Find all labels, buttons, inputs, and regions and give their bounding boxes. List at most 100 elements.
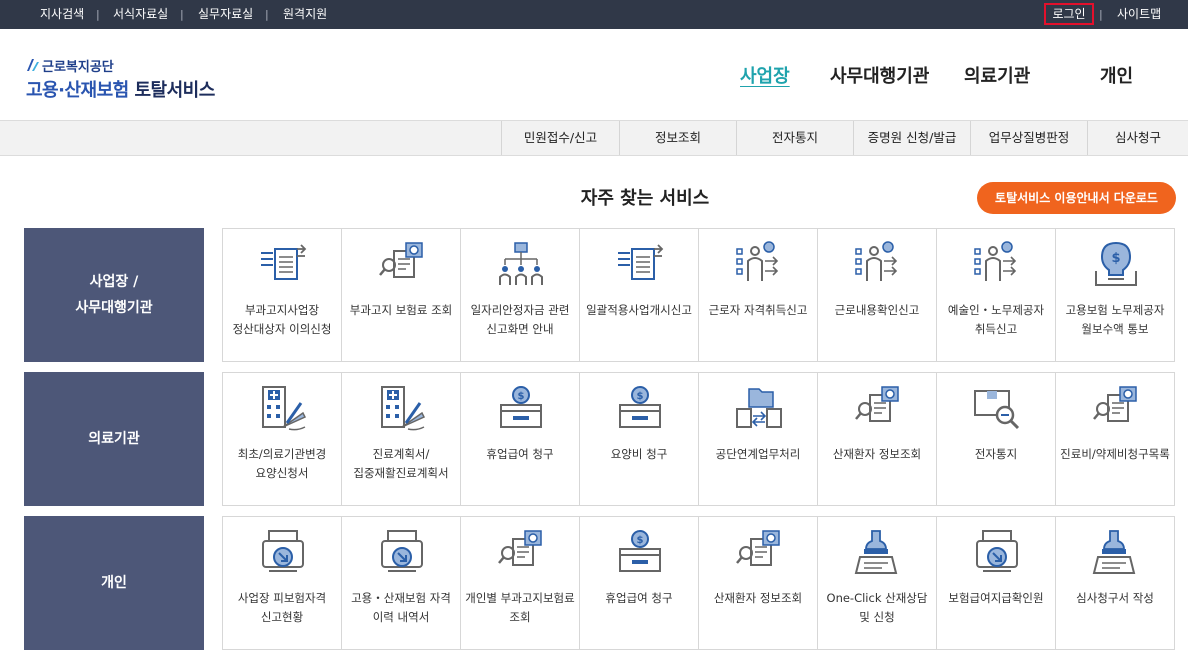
document-arrows-icon	[618, 244, 664, 280]
sub-navigation: 민원접수/신고 정보조회 전자통지 증명원 신청/발급 업무상질병판정 심사청구	[0, 120, 1188, 156]
service-tile-label: 사업장 피보험자격 신고현황	[237, 591, 327, 624]
branch-search-link[interactable]: 지사검색	[40, 0, 84, 29]
service-tile[interactable]: 진료계획서/집중재활진료계획서	[341, 372, 461, 506]
coin-box-icon: $	[619, 386, 661, 428]
person-checklist-icon	[736, 241, 779, 281]
service-tile[interactable]: 산재환자 정보조회	[817, 372, 937, 506]
coin-box-icon: $	[500, 386, 542, 428]
sitemap-link[interactable]: 사이트맵	[1117, 0, 1161, 29]
separator: |	[180, 8, 184, 21]
document-search-icon	[498, 530, 542, 566]
gnb-tab-workplace[interactable]: 사업장	[740, 62, 790, 88]
service-tile[interactable]: 심사청구서 작성	[1055, 516, 1175, 650]
gnb-tab-medical[interactable]: 의료기관	[964, 62, 1030, 88]
separator: |	[96, 8, 100, 21]
document-search-icon	[736, 530, 780, 566]
service-tile[interactable]: 예술인・노무제공자 취득신고	[936, 228, 1056, 362]
service-tile-label: 근로자 자격취득신고	[708, 303, 808, 317]
service-tile[interactable]: 부과고지 보험료 조회	[341, 228, 461, 362]
subnav-item-e-notice[interactable]: 전자통지	[736, 121, 853, 155]
logo-mark-icon	[27, 59, 39, 71]
service-tile[interactable]: 일괄적용사업개시신고	[579, 228, 699, 362]
service-tile-label: 산재환자 정보조회	[832, 447, 922, 461]
remote-support-link[interactable]: 원격지원	[283, 0, 327, 29]
folder-exchange-icon	[736, 388, 782, 428]
svg-text:$: $	[1111, 251, 1120, 266]
svg-text:$: $	[637, 535, 644, 546]
service-tile[interactable]: 최초/의료기관변경 요양신청서	[222, 372, 342, 506]
service-tile-label: 보험급여지급확인원	[948, 591, 1044, 605]
service-tile[interactable]: $ 휴업급여 청구	[579, 516, 699, 650]
service-tile-label: 일자리안정자금 관련 신고화면 안내	[470, 303, 570, 336]
document-search-icon	[379, 242, 423, 278]
service-tile-label: 근로내용확인신고	[834, 303, 920, 317]
service-tile-label: One-Click 산재상담 및 신청	[826, 591, 928, 624]
stamp-document-icon	[1092, 530, 1136, 574]
document-search-icon	[855, 386, 899, 422]
service-tile[interactable]: $ 고용보험 노무제공자 월보수액 통보	[1055, 228, 1175, 362]
org-chart-people-icon	[499, 242, 543, 285]
service-tile[interactable]: 사업장 피보험자격 신고현황	[222, 516, 342, 650]
document-search-icon	[1093, 386, 1137, 422]
document-arrows-icon	[261, 244, 307, 280]
service-tile-label: 전자통지	[974, 447, 1018, 461]
gnb-tab-agency[interactable]: 사무대행기관	[830, 62, 929, 88]
service-tile-label: 요양비 청구	[610, 447, 668, 461]
category-label: 사업장 / 사무대행기관	[24, 228, 204, 362]
service-tile-label: 산재환자 정보조회	[713, 591, 803, 605]
service-tile[interactable]: 근로내용확인신고	[817, 228, 937, 362]
service-tile-label: 최초/의료기관변경 요양신청서	[237, 447, 327, 480]
separator: |	[265, 8, 269, 21]
logo-org-name: 근로복지공단	[42, 60, 114, 75]
subnav-item-appeal[interactable]: 심사청구	[1087, 121, 1188, 155]
service-tile-label: 공단연계업무처리	[715, 447, 801, 461]
subnav-item-inquiry[interactable]: 정보조회	[619, 121, 736, 155]
service-tile-label: 심사청구서 작성	[1076, 591, 1154, 605]
service-tile[interactable]: 일자리안정자금 관련 신고화면 안내	[460, 228, 580, 362]
service-tile[interactable]: $ 요양비 청구	[579, 372, 699, 506]
forms-library-link[interactable]: 서식자료실	[113, 0, 168, 29]
service-tile[interactable]: 진료비/약제비청구목록	[1055, 372, 1175, 506]
service-tile-label: 휴업급여 청구	[605, 591, 673, 605]
subnav-item-disease-judgment[interactable]: 업무상질병판정	[970, 121, 1087, 155]
service-tile-label: 개인별 부과고지보험료 조회	[465, 591, 575, 624]
separator: |	[1099, 8, 1103, 21]
guide-download-button[interactable]: 토탈서비스 이용안내서 다운로드	[977, 182, 1176, 214]
service-tile-label: 고용보험 노무제공자 월보수액 통보	[1065, 303, 1165, 336]
service-tile-label: 예술인・노무제공자 취득신고	[947, 303, 1045, 336]
person-checklist-icon	[974, 241, 1017, 281]
service-tile[interactable]: 부과고지사업장 정산대상자 이의신청	[222, 228, 342, 362]
service-tile-label: 진료계획서/집중재활진료계획서	[353, 447, 449, 480]
service-tile[interactable]: $ 휴업급여 청구	[460, 372, 580, 506]
category-label: 개인	[24, 516, 204, 650]
service-tile-label: 휴업급여 청구	[486, 447, 554, 461]
service-tile[interactable]: 고용・산재보험 자격 이력 내역서	[341, 516, 461, 650]
printer-arrow-icon	[381, 530, 423, 572]
subnav-item-certificate[interactable]: 증명원 신청/발급	[853, 121, 970, 155]
logo-service-blue: 고용·산재보험	[26, 80, 129, 101]
person-checklist-icon	[855, 241, 898, 281]
hospital-pen-icon	[381, 386, 426, 431]
gnb-tab-personal[interactable]: 개인	[1100, 62, 1133, 88]
service-tile[interactable]: 전자통지	[936, 372, 1056, 506]
box-magnifier-icon	[974, 390, 1020, 430]
hospital-pen-icon	[262, 386, 307, 431]
money-bulb-icon: $	[1095, 241, 1137, 286]
logo-service-name: 고용·산재보험 토탈서비스	[26, 76, 215, 102]
service-tile-label: 고용・산재보험 자격 이력 내역서	[351, 591, 451, 624]
service-tile[interactable]: 보험급여지급확인원	[936, 516, 1056, 650]
service-tile[interactable]: 공단연계업무처리	[698, 372, 818, 506]
service-tile-label: 일괄적용사업개시신고	[586, 303, 692, 317]
logo-service-dark: 토탈서비스	[134, 80, 215, 101]
service-tile[interactable]: 개인별 부과고지보험료 조회	[460, 516, 580, 650]
coin-box-icon: $	[619, 530, 661, 572]
printer-arrow-icon	[262, 530, 304, 572]
service-tile[interactable]: One-Click 산재상담 및 신청	[817, 516, 937, 650]
practice-library-link[interactable]: 실무자료실	[198, 0, 253, 29]
service-tile[interactable]: 산재환자 정보조회	[698, 516, 818, 650]
service-tile-label: 부과고지사업장 정산대상자 이의신청	[232, 303, 332, 336]
svg-text:$: $	[518, 391, 525, 402]
login-link[interactable]: 로그인	[1044, 3, 1094, 25]
subnav-item-petition[interactable]: 민원접수/신고	[501, 121, 619, 155]
service-tile[interactable]: 근로자 자격취득신고	[698, 228, 818, 362]
